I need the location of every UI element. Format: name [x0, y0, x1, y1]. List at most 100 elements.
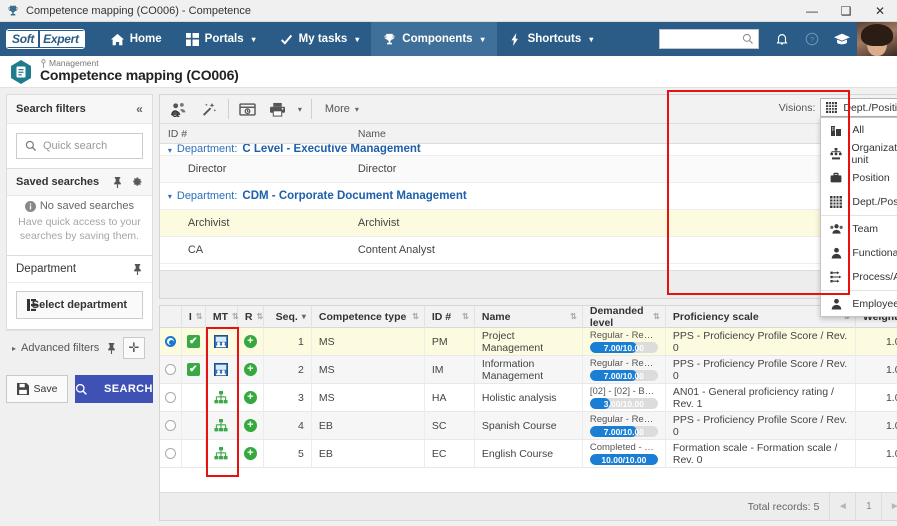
- table-row[interactable]: ✔ +2 MS IM Information Management Regular - R…: [159, 355, 897, 384]
- col-header-idnum[interactable]: ID # ⇅: [425, 306, 475, 328]
- global-search-input[interactable]: [659, 29, 759, 49]
- group-row[interactable]: ▾ Department: C Level - Executive Manage…: [159, 144, 897, 156]
- visions-option-functional-role[interactable]: Functional role: [821, 241, 897, 265]
- table-row[interactable]: +4EBSCSpanish Course Regular - Regular...…: [159, 411, 897, 440]
- visions-option-team[interactable]: Team: [821, 217, 897, 241]
- plus-circle-icon[interactable]: +: [243, 447, 257, 460]
- advanced-filters-row[interactable]: ▸ Advanced filters ✛: [6, 330, 153, 366]
- table-row[interactable]: CENG Chief Engineer: [159, 264, 897, 270]
- col-header-competence-type[interactable]: Competence type ⇅: [312, 306, 425, 328]
- more-button[interactable]: More ▾: [316, 96, 368, 123]
- nav-item-home[interactable]: Home: [99, 22, 174, 56]
- col-header-name[interactable]: Name ⇅: [475, 306, 583, 328]
- checkbox-checked-icon[interactable]: ✔: [186, 363, 200, 376]
- presentation-icon[interactable]: [214, 363, 229, 376]
- row-select-radio[interactable]: [160, 411, 182, 440]
- visions-option-process-activity[interactable]: Process/Activity: [821, 265, 897, 289]
- row-select-radio[interactable]: [160, 327, 182, 356]
- bell-icon[interactable]: [767, 22, 797, 56]
- col-header-mt[interactable]: MT ⇅: [206, 306, 239, 328]
- tree-icon[interactable]: [214, 419, 228, 432]
- print-dropdown-caret[interactable]: ▾: [293, 96, 307, 123]
- plus-circle-icon[interactable]: +: [243, 363, 257, 376]
- row-select-radio[interactable]: [160, 439, 182, 468]
- add-filter-button[interactable]: ✛: [122, 337, 145, 360]
- next-page-button[interactable]: ►: [881, 493, 897, 520]
- table-row[interactable]: +5EBECEnglish Course Completed - Com...10…: [159, 439, 897, 468]
- row-cell-r[interactable]: +: [238, 411, 264, 440]
- radio-button[interactable]: [164, 364, 176, 375]
- close-button[interactable]: ✕: [863, 0, 897, 22]
- tree-icon[interactable]: [214, 447, 228, 460]
- row-cell-mt[interactable]: [206, 383, 238, 412]
- nav-item-shortcuts[interactable]: Shortcuts ▾: [497, 22, 606, 56]
- row-select-radio[interactable]: [160, 355, 182, 384]
- table-row[interactable]: +3 MS HA Holistic analysis [02] - [02] - Bel…: [159, 383, 897, 412]
- row-cell-mt[interactable]: [206, 327, 238, 356]
- pin-icon[interactable]: [132, 263, 143, 275]
- visions-option-all[interactable]: All: [821, 118, 897, 142]
- col-header-seq[interactable]: Seq. ▾: [264, 306, 312, 328]
- plus-circle-icon[interactable]: +: [243, 419, 257, 432]
- table-row[interactable]: CA Content Analyst: [159, 237, 897, 264]
- maximize-button[interactable]: ❑: [829, 0, 863, 22]
- radio-button[interactable]: [164, 448, 176, 459]
- print-icon[interactable]: [263, 96, 293, 123]
- pin-icon[interactable]: [112, 176, 123, 188]
- plus-circle-icon[interactable]: +: [243, 391, 257, 404]
- prev-page-button[interactable]: ◄: [829, 493, 855, 520]
- col-header-name[interactable]: Name: [350, 128, 897, 140]
- save-button[interactable]: Save: [6, 375, 68, 404]
- radio-button[interactable]: [164, 392, 176, 403]
- row-cell-r[interactable]: +: [238, 327, 264, 356]
- row-cell-r[interactable]: +: [238, 355, 264, 384]
- nav-item-my-tasks[interactable]: My tasks ▾: [268, 22, 372, 56]
- row-cell-r[interactable]: +: [238, 439, 264, 468]
- col-header-r[interactable]: R ⇅: [238, 306, 264, 328]
- visions-option-employee[interactable]: Employee: [821, 292, 897, 316]
- table-row[interactable]: Director Director: [159, 156, 897, 183]
- radio-button[interactable]: [164, 336, 176, 347]
- magic-wand-icon[interactable]: [194, 96, 224, 123]
- gear-icon[interactable]: [131, 176, 143, 188]
- presentation-icon[interactable]: [214, 335, 229, 348]
- col-header-i[interactable]: I ⇅: [182, 306, 206, 328]
- row-cell-mt[interactable]: [206, 355, 238, 384]
- plus-circle-icon[interactable]: +: [243, 335, 257, 348]
- user-avatar[interactable]: [857, 22, 897, 56]
- process-icon: [829, 271, 843, 283]
- search-button[interactable]: SEARCH: [75, 375, 153, 404]
- row-cell-mt[interactable]: [206, 439, 238, 468]
- nav-item-portals[interactable]: Portals ▾: [174, 22, 268, 56]
- softexpert-logo[interactable]: Soft Expert: [6, 29, 85, 49]
- visions-selected-value: Dept./Position: [843, 101, 897, 114]
- checkbox-checked-icon[interactable]: ✔: [186, 335, 200, 348]
- nav-item-components[interactable]: Components ▾: [371, 22, 497, 56]
- academy-icon[interactable]: [827, 22, 857, 56]
- triangle-right-icon[interactable]: ▸: [12, 344, 16, 353]
- table-row[interactable]: ✔ +1 MS PM Project Management Regular - Regul…: [159, 327, 897, 356]
- page-number[interactable]: 1: [855, 493, 881, 520]
- help-icon[interactable]: ?: [797, 22, 827, 56]
- visions-option-dept-position[interactable]: Dept./Position: [821, 190, 897, 214]
- tree-icon[interactable]: [214, 391, 228, 404]
- table-row[interactable]: Archivist Archivist: [159, 210, 897, 237]
- find-people-icon[interactable]: [164, 96, 194, 123]
- radio-button[interactable]: [164, 420, 176, 431]
- visions-select[interactable]: Dept./Position ▾: [820, 98, 897, 117]
- preview-icon[interactable]: [233, 96, 263, 123]
- row-cell-mt[interactable]: [206, 411, 238, 440]
- group-row[interactable]: ▾ Department: CDM - Corporate Document M…: [159, 183, 897, 210]
- row-cell-r[interactable]: +: [238, 383, 264, 412]
- select-department-button[interactable]: Select department: [16, 291, 143, 320]
- row-select-radio[interactable]: [160, 383, 182, 412]
- row-cell-weight: 1.00: [885, 335, 897, 348]
- quick-search-input[interactable]: Quick search: [16, 133, 143, 159]
- double-chevron-left-icon[interactable]: «: [136, 102, 143, 116]
- col-header-demanded-level[interactable]: Demanded level ⇅: [583, 306, 666, 329]
- col-header-id[interactable]: ID #: [160, 128, 350, 140]
- minimize-button[interactable]: —: [795, 0, 829, 22]
- pin-icon[interactable]: [106, 342, 117, 354]
- visions-option-position[interactable]: Position: [821, 166, 897, 190]
- visions-option-organizational-unit[interactable]: Organizational unit: [821, 142, 897, 166]
